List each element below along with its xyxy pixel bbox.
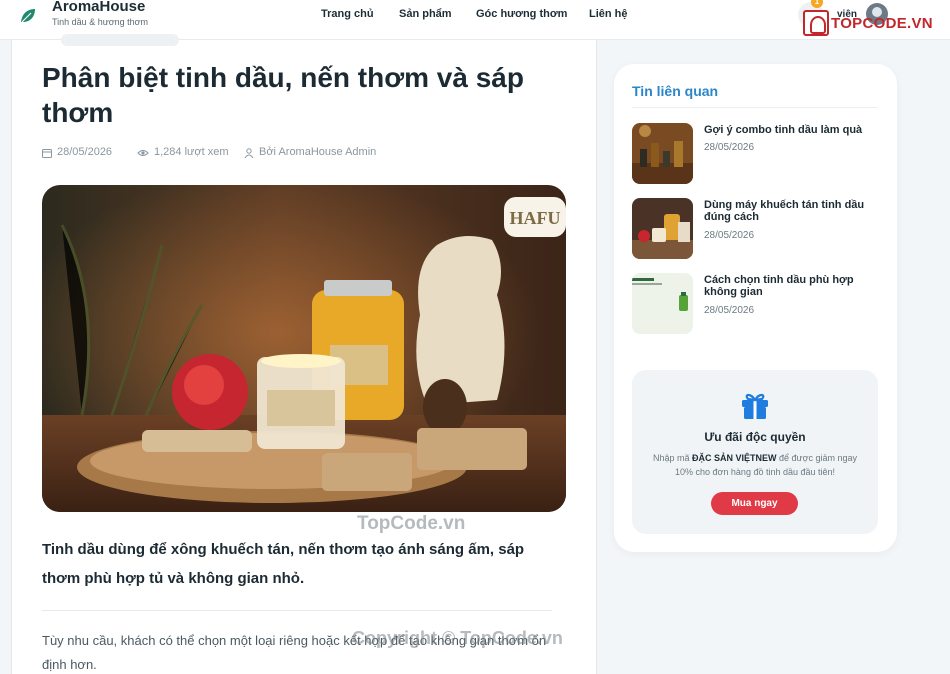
user-icon [244,148,254,158]
related-item[interactable]: Cách chọn tinh dầu phù hợp không gian 28… [632,273,878,335]
related-item-date: 28/05/2026 [704,142,755,153]
gift-icon [742,393,768,419]
eye-icon [137,150,149,156]
article-date: 28/05/2026 [57,146,113,158]
article-card: Phân biệt tinh dầu, nến thơm và sáp thơm… [11,34,597,674]
related-thumbnail[interactable] [632,123,693,184]
article-author: Bởi AromaHouse Admin [259,146,377,158]
related-item[interactable]: Gợi ý combo tinh dầu làm quà 28/05/2026 [632,123,878,185]
nav-item-fragrance-corner[interactable]: Góc hương thơm [476,8,567,20]
related-thumbnail[interactable] [632,273,693,334]
related-item-title[interactable]: Gợi ý combo tinh dầu làm quà [704,124,874,136]
content-divider [42,610,552,611]
related-sidebar: Tin liên quan Gợi ý combo tinh dầu làm q… [614,64,897,552]
related-item-date: 28/05/2026 [704,305,755,316]
article-title: Phân biệt tinh dầu, nến thơm và sáp thơm [42,62,524,128]
topcode-logo-text: TOPCODE.VN [831,15,933,32]
article-lead: Tinh dầu dùng để xông khuếch tán, nến th… [42,541,525,587]
brand-tagline: Tinh dầu & hương thơm [52,17,149,27]
article-body: Tùy nhu cầu, khách có thể chọn một loại … [42,633,547,672]
calendar-icon [42,149,52,158]
promo-code: ĐẶC SẢN VIỆTNEW [692,453,777,463]
sidebar-title: Tin liên quan [632,83,719,99]
nav-item-products[interactable]: Sản phẩm [399,8,452,20]
sidebar-divider [632,107,878,108]
related-item-date: 28/05/2026 [704,230,755,241]
hero-image: HAFU [42,185,566,512]
promo-title: Ưu đãi độc quyền [704,430,806,444]
buy-now-button[interactable]: Mua ngay [711,492,798,515]
related-item-title[interactable]: Dùng máy khuếch tán tinh dầu đúng cách [704,199,874,223]
related-thumbnail[interactable] [632,198,693,259]
related-item[interactable]: Dùng máy khuếch tán tinh dầu đúng cách 2… [632,198,878,260]
breadcrumb [61,34,179,46]
related-item-title[interactable]: Cách chọn tinh dầu phù hợp không gian [704,274,874,298]
promo-box: Ưu đãi độc quyền Nhập mã ĐẶC SẢN VIỆTNEW… [632,370,878,534]
nav-item-contact[interactable]: Liên hệ [589,8,628,20]
leaf-icon[interactable] [19,7,37,25]
image-badge: HAFU [510,208,561,228]
brand-name[interactable]: AromaHouse [52,0,145,15]
article-views: 1,284 lượt xem [154,146,229,158]
nav-item-home[interactable]: Trang chủ [321,8,374,20]
topcode-logo-icon [803,10,829,36]
promo-text: Nhập mã ĐẶC SẢN VIỆTNEW để được giảm nga… [652,453,857,477]
